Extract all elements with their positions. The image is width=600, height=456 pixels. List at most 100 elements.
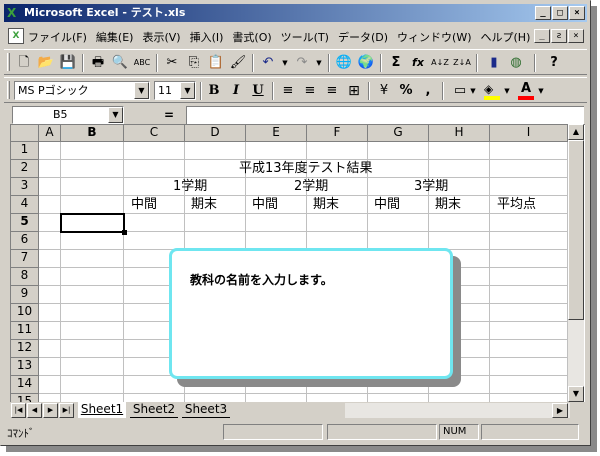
spell-icon[interactable]: ABC xyxy=(132,53,152,73)
row-header-11[interactable]: 11 xyxy=(11,322,39,340)
italic-button[interactable]: I xyxy=(226,81,246,101)
grid-cell[interactable] xyxy=(490,178,568,196)
chart-icon[interactable]: ▮ xyxy=(484,53,504,73)
grid-cell[interactable] xyxy=(39,376,61,394)
doc-restore-button[interactable]: ƨ xyxy=(551,29,567,43)
grid-cell[interactable] xyxy=(124,214,185,232)
sort-asc-icon[interactable]: A↓Z xyxy=(430,53,450,73)
equals-sign[interactable]: = xyxy=(164,106,174,124)
toolbar-grip[interactable] xyxy=(7,81,10,99)
vertical-scrollbar[interactable]: ▲ ▼ xyxy=(568,124,584,402)
fill-dropdown-icon[interactable]: ▼ xyxy=(502,81,512,101)
doc-close-button[interactable]: × xyxy=(568,29,584,43)
autosum-icon[interactable]: Σ xyxy=(386,53,406,73)
grid-cell[interactable] xyxy=(429,142,490,160)
row-header-4[interactable]: 4 xyxy=(11,196,39,214)
grid-cell[interactable] xyxy=(246,142,307,160)
grid-cell[interactable] xyxy=(39,394,61,402)
grid-cell[interactable] xyxy=(429,160,490,178)
sheet-tab-sheet3[interactable]: Sheet3 xyxy=(182,402,230,418)
next-sheet-icon[interactable]: ▶ xyxy=(43,403,58,418)
grid-cell[interactable] xyxy=(307,394,368,402)
grid-cell[interactable] xyxy=(39,322,61,340)
menu-data[interactable]: データ(D) xyxy=(338,29,388,45)
row-header-3[interactable]: 3 xyxy=(11,178,39,196)
grid-cell[interactable] xyxy=(368,160,429,178)
row-header-15[interactable]: 15 xyxy=(11,394,39,402)
document-icon[interactable]: X xyxy=(8,28,24,44)
grid-cell[interactable] xyxy=(185,160,246,178)
column-header-a[interactable]: A xyxy=(39,125,61,142)
grid-cell[interactable] xyxy=(368,214,429,232)
font-color-dropdown-icon[interactable]: ▼ xyxy=(536,81,546,101)
grid-cell[interactable] xyxy=(124,160,185,178)
bold-button[interactable]: B xyxy=(204,81,224,101)
borders-dropdown-icon[interactable]: ▼ xyxy=(468,81,478,101)
grid-cell[interactable] xyxy=(490,340,568,358)
grid-cell[interactable] xyxy=(307,214,368,232)
sheet-tab-sheet1[interactable]: Sheet1 xyxy=(78,402,126,418)
grid-cell[interactable] xyxy=(490,250,568,268)
grid-cell[interactable] xyxy=(490,304,568,322)
undo-dropdown-icon[interactable]: ▼ xyxy=(280,53,290,73)
grid-cell[interactable] xyxy=(61,250,124,268)
grid-cell[interactable] xyxy=(490,322,568,340)
grid-cell[interactable] xyxy=(61,376,124,394)
menu-tools[interactable]: ツール(T) xyxy=(281,29,329,45)
column-header-g[interactable]: G xyxy=(368,125,429,142)
grid-cell[interactable] xyxy=(39,178,61,196)
print-icon[interactable]: 🖶 xyxy=(88,53,108,73)
row-header-10[interactable]: 10 xyxy=(11,304,39,322)
prev-sheet-icon[interactable]: ◀ xyxy=(27,403,42,418)
grid-cell[interactable] xyxy=(61,196,124,214)
row-header-6[interactable]: 6 xyxy=(11,232,39,250)
scroll-thumb[interactable] xyxy=(568,140,584,320)
grid-cell[interactable] xyxy=(490,232,568,250)
grid-cell[interactable] xyxy=(39,250,61,268)
minimize-button[interactable]: _ xyxy=(535,6,551,20)
row-header-9[interactable]: 9 xyxy=(11,286,39,304)
grid-cell[interactable] xyxy=(61,268,124,286)
grid-cell[interactable] xyxy=(246,394,307,402)
grid-cell[interactable] xyxy=(185,214,246,232)
align-center-icon[interactable]: ≡ xyxy=(300,81,320,101)
copy-icon[interactable]: ⎘ xyxy=(184,53,204,73)
cut-icon[interactable]: ✂ xyxy=(162,53,182,73)
grid-cell[interactable] xyxy=(490,394,568,402)
grid-cell[interactable] xyxy=(39,358,61,376)
grid-cell[interactable] xyxy=(307,142,368,160)
menu-window[interactable]: ウィンドウ(W) xyxy=(397,29,471,45)
font-name-select[interactable]: MS Pゴシック ▼ xyxy=(14,81,150,100)
column-header-i[interactable]: I xyxy=(490,125,568,142)
title-bar[interactable]: X Microsoft Excel - テスト.xls _ □ × xyxy=(4,4,587,22)
grid-cell[interactable] xyxy=(39,304,61,322)
excel-icon[interactable]: X xyxy=(7,6,21,20)
formula-input[interactable] xyxy=(186,106,584,124)
grid-cell[interactable] xyxy=(61,322,124,340)
column-header-b[interactable]: B xyxy=(61,125,124,142)
grid-cell[interactable] xyxy=(429,214,490,232)
grid-cell[interactable] xyxy=(490,160,568,178)
grid-cell[interactable] xyxy=(61,160,124,178)
active-cell-outline[interactable] xyxy=(60,213,125,233)
fill-handle[interactable] xyxy=(122,230,127,235)
grid-cell[interactable] xyxy=(185,394,246,402)
scroll-right-icon[interactable]: ▶ xyxy=(552,403,568,418)
grid-cell[interactable] xyxy=(185,142,246,160)
preview-icon[interactable]: 🔍 xyxy=(110,53,130,73)
merge-center-icon[interactable]: ⊞ xyxy=(344,81,364,101)
row-header-12[interactable]: 12 xyxy=(11,340,39,358)
column-header-h[interactable]: H xyxy=(429,125,490,142)
grid-cell[interactable] xyxy=(490,358,568,376)
grid-cell[interactable] xyxy=(61,358,124,376)
grid-cell[interactable] xyxy=(61,286,124,304)
grid-cell[interactable] xyxy=(490,268,568,286)
chevron-down-icon[interactable]: ▼ xyxy=(134,82,149,99)
redo-icon[interactable]: ↷ xyxy=(292,53,312,73)
grid-cell[interactable] xyxy=(61,142,124,160)
column-header-f[interactable]: F xyxy=(307,125,368,142)
row-header-2[interactable]: 2 xyxy=(11,160,39,178)
font-size-select[interactable]: 11 ▼ xyxy=(154,81,196,100)
grid-cell[interactable] xyxy=(124,394,185,402)
horizontal-scrollbar[interactable] xyxy=(345,403,570,418)
